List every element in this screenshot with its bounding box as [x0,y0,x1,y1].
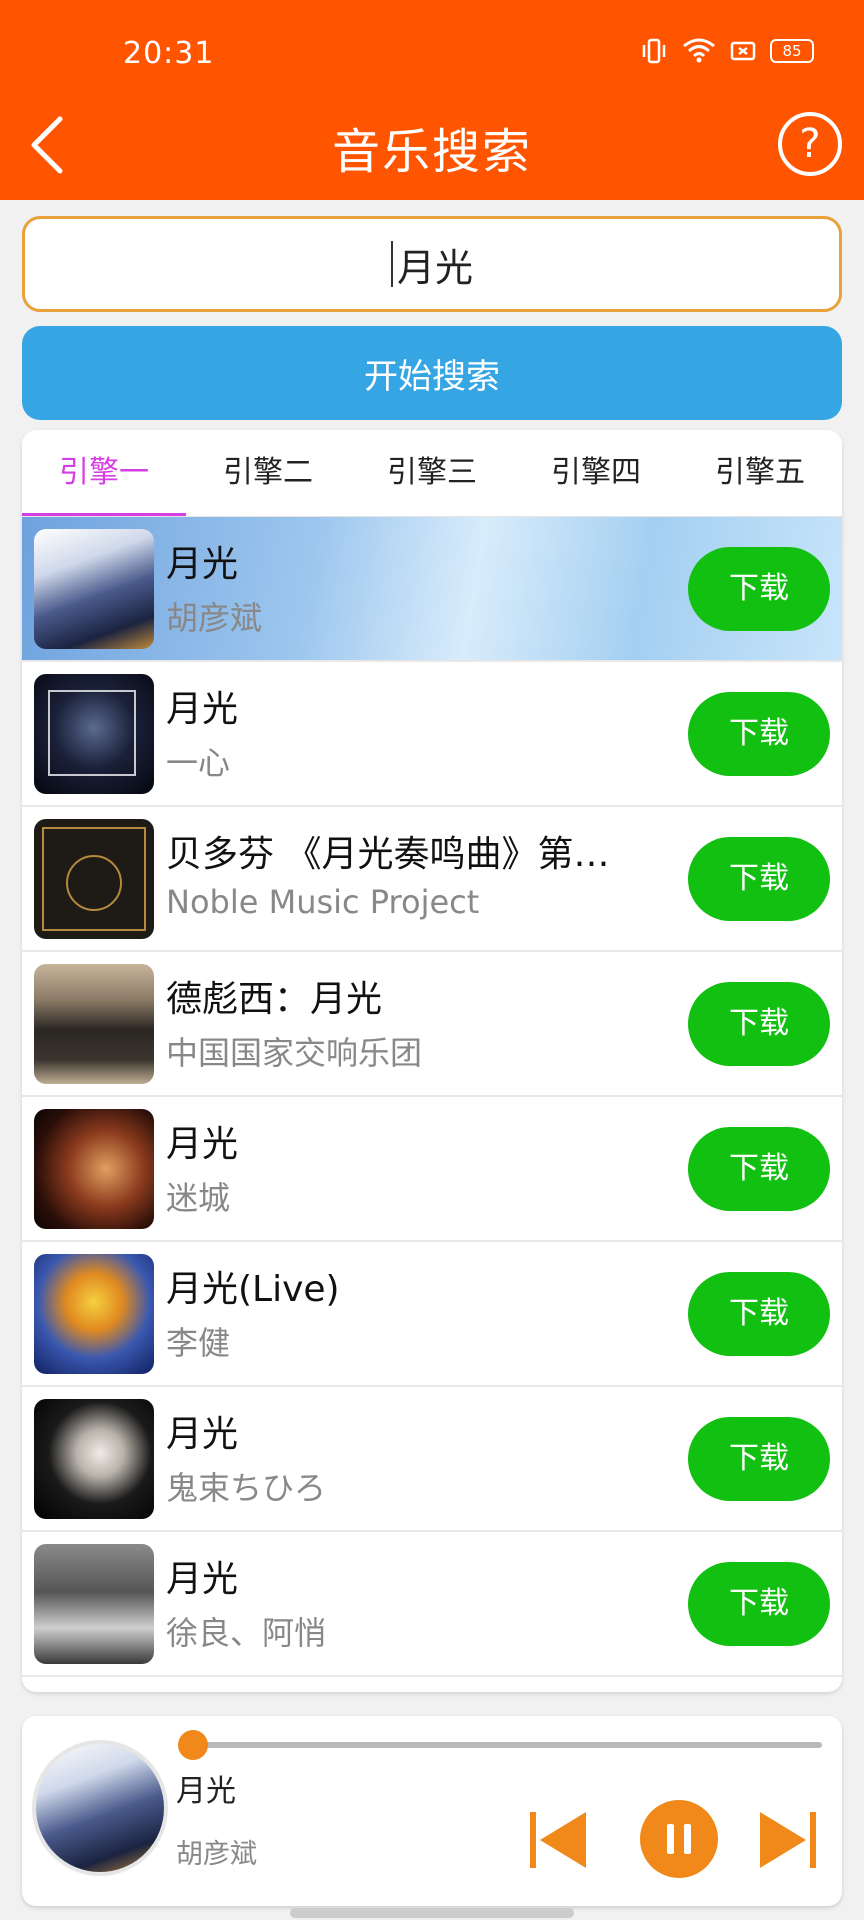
text-caret [390,241,393,287]
help-button[interactable]: ? [778,112,842,176]
tab-engine-2[interactable]: 引擎二 [186,430,350,516]
song-artist: 迷城 [166,1179,231,1217]
download-button[interactable]: 下载 [688,837,830,921]
home-indicator[interactable] [290,1908,574,1918]
album-cover [34,674,154,794]
status-icons: 85 [640,38,814,64]
player-album-cover[interactable] [32,1740,168,1876]
song-artist: 李健 [166,1324,231,1362]
result-row[interactable]: 月光 徐良、阿悄 下载 [22,1532,842,1677]
album-cover [34,964,154,1084]
tab-engine-4[interactable]: 引擎四 [514,430,678,516]
engine-tabs: 引擎一 引擎二 引擎三 引擎四 引擎五 [22,430,842,517]
album-cover [34,819,154,939]
album-cover [34,1109,154,1229]
download-button[interactable]: 下载 [688,1562,830,1646]
song-title: 月光(Live) [166,1269,340,1310]
download-button[interactable]: 下载 [688,1417,830,1501]
song-title: 贝多芬 《月光奏鸣曲》第一... [166,834,636,875]
song-title: 德彪西：月光 [166,979,383,1020]
song-title: 月光 [166,544,239,585]
result-row[interactable]: 贝多芬 《月光奏鸣曲》第一... Noble Music Project 下载 [22,807,842,952]
search-input-value: 月光 [396,245,473,290]
song-title: 月光 [166,1559,239,1600]
skip-previous-icon [530,1812,586,1868]
player-song-artist: 胡彦斌 [176,1839,257,1870]
result-row[interactable]: 月光 一心 下载 [22,662,842,807]
battery-icon: 85 [770,39,814,63]
mini-player: 月光 胡彦斌 [22,1716,842,1906]
pause-button[interactable] [640,1800,718,1878]
song-title: 月光 [166,689,239,730]
tab-engine-5[interactable]: 引擎五 [678,430,842,516]
song-artist: 胡彦斌 [166,599,263,637]
player-song-title: 月光 [176,1774,236,1809]
result-row[interactable]: 德彪西：月光 中国国家交响乐团 下载 [22,952,842,1097]
song-title: 月光 [166,1124,239,1165]
progress-bar[interactable] [182,1742,822,1748]
song-artist: Noble Music Project [166,883,480,921]
album-cover [34,1254,154,1374]
download-button[interactable]: 下载 [688,982,830,1066]
tab-engine-1[interactable]: 引擎一 [22,430,186,516]
album-cover [34,1399,154,1519]
download-button[interactable]: 下载 [688,1272,830,1356]
tab-engine-3[interactable]: 引擎三 [350,430,514,516]
pause-icon [667,1824,691,1854]
song-artist: 一心 [166,744,231,782]
next-button[interactable] [756,1808,818,1876]
download-button[interactable]: 下载 [688,547,830,631]
result-row[interactable]: 月光(Live) 李健 下载 [22,1242,842,1387]
screen-record-icon [730,41,756,61]
previous-button[interactable] [528,1808,590,1876]
download-button[interactable]: 下载 [688,692,830,776]
song-artist: 中国国家交响乐团 [166,1034,423,1072]
song-title: 月光 [166,1414,239,1455]
results-card: 引擎一 引擎二 引擎三 引擎四 引擎五 月光 胡彦斌 下载 月光 一心 下载 贝… [22,430,842,1692]
download-button[interactable]: 下载 [688,1127,830,1211]
progress-knob[interactable] [178,1730,208,1760]
result-row[interactable]: 月光 鬼束ちひろ 下载 [22,1387,842,1532]
result-row[interactable]: 月光 迷城 下载 [22,1097,842,1242]
song-artist: 徐良、阿悄 [166,1614,327,1652]
album-cover [34,529,154,649]
skip-next-icon [760,1812,816,1868]
album-cover [34,1544,154,1664]
vibrate-icon [642,38,666,64]
start-search-button[interactable]: 开始搜索 [22,326,842,420]
wifi-icon [683,38,715,63]
result-row[interactable]: 月光 胡彦斌 下载 [22,517,842,662]
status-time: 20:31 [123,36,215,71]
page-title: 音乐搜索 [331,124,532,180]
song-artist: 鬼束ちひろ [166,1469,327,1507]
app-header: 20:31 85 音乐搜索 ? [0,0,864,200]
search-input[interactable]: 月光 [22,216,842,312]
question-circle-icon: ? [799,121,821,167]
